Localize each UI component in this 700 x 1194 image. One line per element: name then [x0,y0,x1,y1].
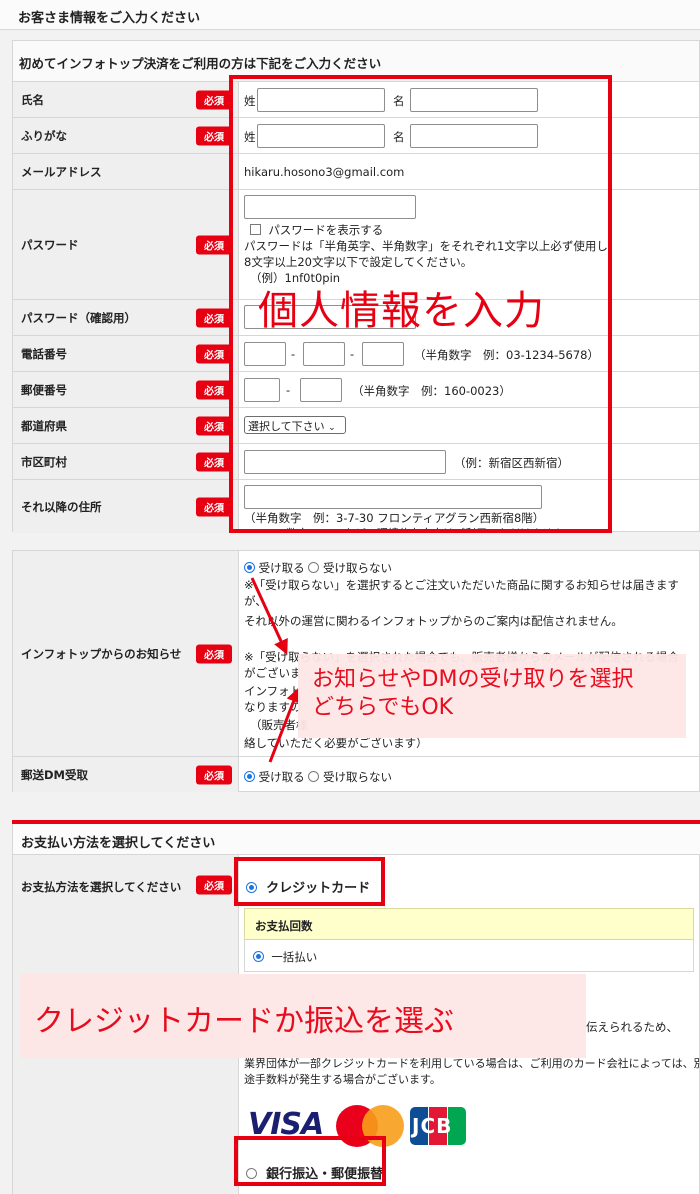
lump-sum-radio[interactable] [253,951,264,962]
annotation-payment: クレジットカードか振込を選ぶ [34,1004,454,1039]
required-badge: 必須 [196,875,232,895]
arrow-to-dm [268,687,301,763]
annotation-payment-box: クレジットカードか振込を選ぶ [20,974,586,1058]
jcb-logo-icon: JCB [410,1107,466,1145]
payment-text-line-2: 途手数料が発生する場合がございます。 [244,1073,441,1086]
annotation-notice-box: お知らせやDMの受け取りを選択 どちらでもOK [298,654,686,738]
lump-sum-label: 一括払い [271,950,318,964]
annotation-notice-line-1: お知らせやDMの受け取りを選択 [312,667,634,692]
installments-header: お支払回数 [244,908,694,940]
payment-section-title: お支払い方法を選択してください [12,824,700,854]
highlight-bank-transfer [234,1136,386,1186]
highlight-credit-card [234,857,385,906]
payment-method-label: お支払方法を選択してください [21,880,182,894]
arrow-to-notice [250,577,288,655]
annotation-notice-line-2: どちらでもOK [312,695,454,720]
payment-text-right: 伝えられるため、 [586,1020,678,1034]
